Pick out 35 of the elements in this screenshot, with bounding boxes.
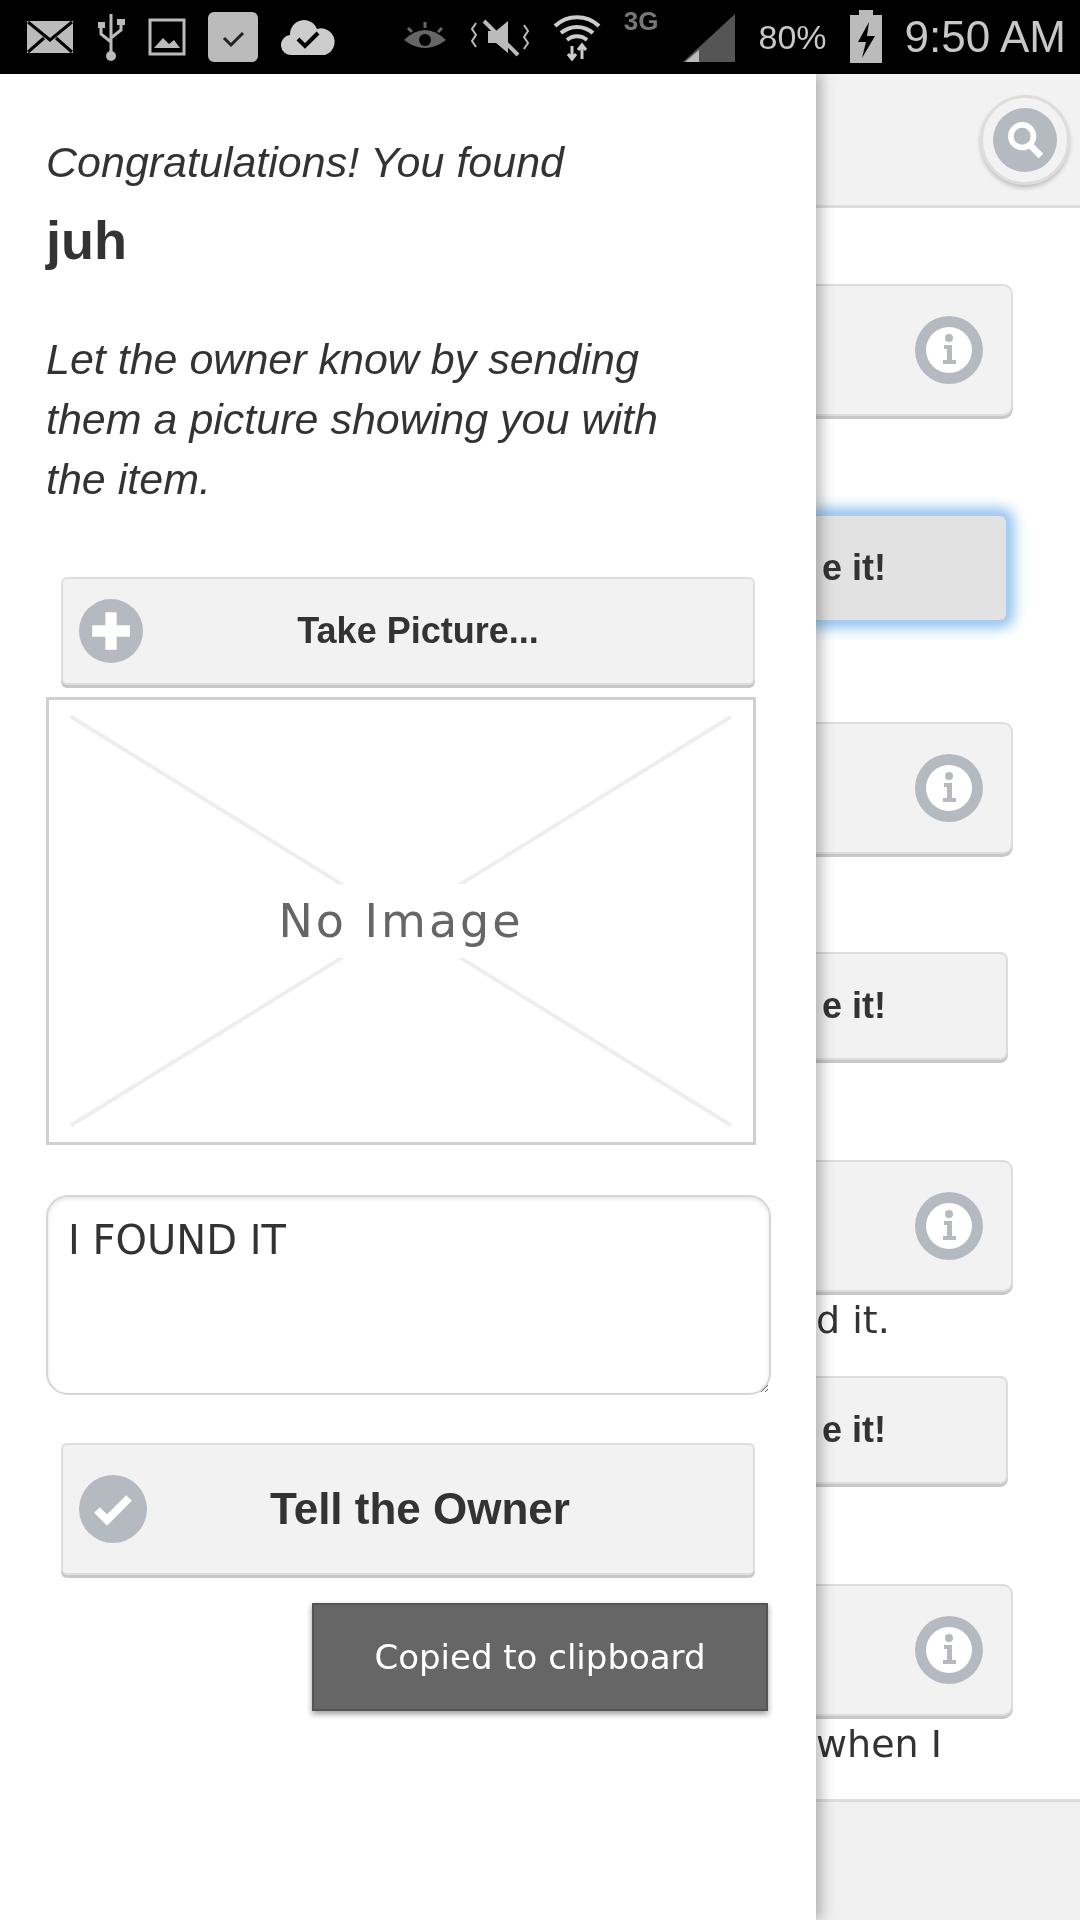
vibrate-mute-icon (469, 17, 530, 57)
info-button[interactable] (816, 722, 1013, 854)
item-name: juh (46, 209, 128, 271)
search-icon (993, 107, 1057, 172)
body-text: d it. (816, 1298, 891, 1342)
info-button[interactable] (816, 1584, 1013, 1716)
info-icon (915, 1192, 983, 1260)
take-picture-button[interactable]: Take Picture... (61, 577, 755, 685)
search-button[interactable] (980, 94, 1070, 185)
wifi-icon (551, 12, 602, 62)
info-icon (915, 316, 983, 384)
check-icon (79, 1475, 147, 1543)
action-button[interactable]: e it! (816, 514, 1008, 622)
tell-owner-button[interactable]: Tell the Owner (61, 1443, 755, 1575)
image-icon (148, 18, 186, 56)
body-text: when I (816, 1722, 943, 1766)
mail-icon (26, 20, 74, 54)
info-icon (915, 1616, 983, 1684)
info-button[interactable] (816, 284, 1013, 416)
drawer-title: Congratulations! You found (46, 138, 566, 187)
usb-icon (96, 12, 126, 62)
message-field[interactable]: I FOUND IT (46, 1195, 771, 1395)
network-type: 3G (623, 6, 659, 37)
action-button[interactable]: e it! (816, 1376, 1008, 1484)
clock-time: 9:50 AM (904, 12, 1066, 62)
battery-percent: 80% (758, 17, 827, 57)
info-icon (915, 754, 983, 822)
battery-charging-icon (848, 10, 883, 64)
cloud-check-icon (280, 17, 336, 57)
instructions-text: Let the owner know by sending them a picture showing you with the item. (46, 334, 659, 505)
action-button[interactable]: e it! (816, 952, 1008, 1060)
checkbox-icon (208, 12, 258, 62)
toast-message: Copied to clipboard (312, 1603, 768, 1711)
plus-icon (79, 599, 143, 663)
info-button[interactable] (816, 1160, 1013, 1292)
